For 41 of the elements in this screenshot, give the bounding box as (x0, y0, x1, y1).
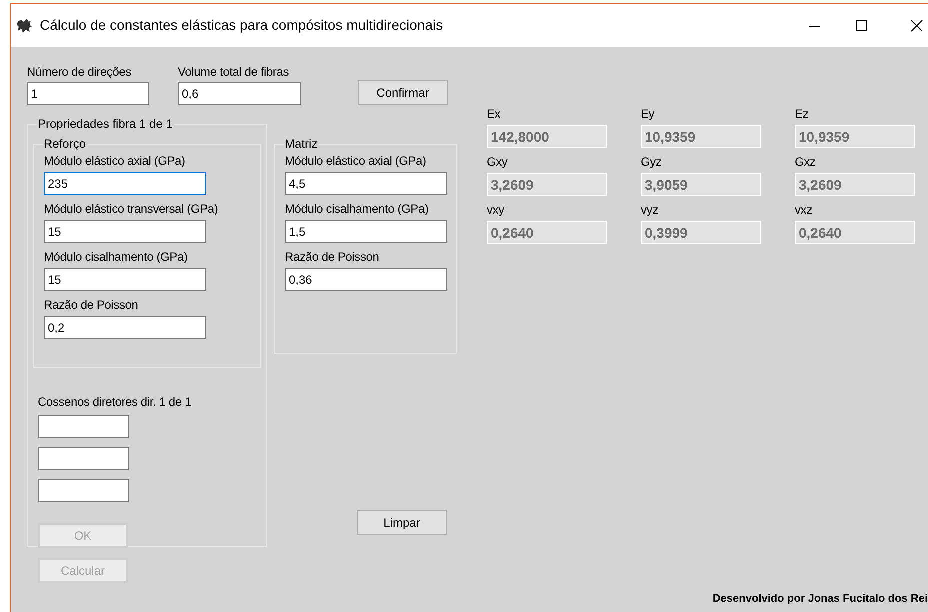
field-label: Módulo cisalhamento (GPa) (285, 202, 430, 216)
field-label: Ey (641, 107, 656, 121)
field-label: Cossenos diretores dir. 1 de 1 (38, 395, 192, 409)
field-label: Gyz (641, 155, 663, 169)
field-label: Gxz (795, 155, 817, 169)
group-title: Matriz (284, 137, 319, 151)
field-label: Razão de Poisson (44, 298, 140, 312)
clear-button[interactable]: Limpar (357, 510, 447, 535)
input-field[interactable]: 1,5 (285, 220, 447, 243)
field-label: Número de direções (27, 65, 132, 79)
credits-text: Desenvolvido por Jonas Fucitalo dos Rei (712, 592, 928, 606)
field-label: Razão de Poisson (285, 250, 380, 264)
input-field[interactable]: 0,2 (44, 316, 206, 339)
window-title: Cálculo de constantes elásticas para compósitos multidirecionais (40, 16, 444, 35)
field-label: Módulo cisalhamento (GPa) (44, 250, 189, 264)
field-label: Volume total de fibras (178, 65, 290, 79)
confirm-button[interactable]: Confirmar (358, 80, 448, 105)
field-label: vyz (641, 203, 660, 217)
input-field[interactable]: 0,6 (178, 82, 301, 105)
field-label: Ez (795, 107, 810, 121)
input-field[interactable] (38, 447, 129, 470)
input-field[interactable]: 235 (44, 172, 206, 195)
input-field[interactable]: 15 (44, 268, 206, 291)
field-label: Gxy (487, 155, 509, 169)
input-field[interactable] (38, 479, 129, 502)
maximize-icon[interactable] (856, 20, 868, 32)
close-icon[interactable] (911, 20, 923, 32)
input-field[interactable]: 4,5 (285, 172, 447, 195)
field-label: vxz (795, 203, 814, 217)
input-field[interactable]: 0,36 (285, 268, 447, 291)
field-label: Módulo elástico axial (GPa) (44, 154, 186, 168)
field-label: Módulo elástico transversal (GPa) (44, 202, 220, 216)
input-field[interactable]: 15 (44, 220, 206, 243)
input-field[interactable] (38, 415, 129, 438)
field-label: vxy (487, 203, 506, 217)
app-icon (17, 18, 32, 32)
group-title: Propriedades fibra 1 de 1 (37, 117, 174, 131)
input-field[interactable]: 1 (27, 82, 149, 105)
group-title: Reforço (43, 137, 88, 151)
field-label: Módulo elástico axial (GPa) (285, 154, 428, 168)
field-label: Ex (487, 107, 502, 121)
